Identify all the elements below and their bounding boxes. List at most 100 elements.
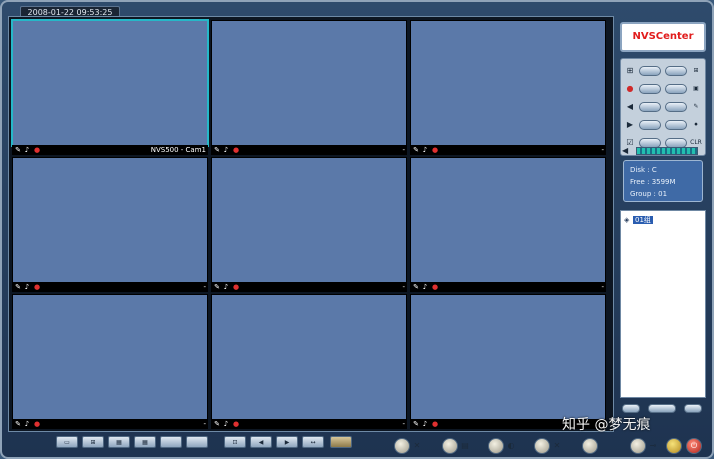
camera-feed-street: [212, 21, 406, 145]
audio-icon[interactable]: ♪: [23, 146, 31, 154]
settings-button[interactable]: [534, 438, 550, 454]
video-cell-6[interactable]: ✎ ♪ ● -: [410, 157, 606, 292]
cell-status-bar: ✎ ♪ ● NVS500 - Cam1: [12, 145, 208, 155]
draw-icon: ✎: [693, 103, 699, 110]
record-icon[interactable]: ●: [33, 146, 41, 154]
tree-node-group[interactable]: ◈ 01组: [624, 215, 653, 226]
record-icon[interactable]: ●: [232, 283, 240, 291]
mic-icon[interactable]: ✎: [412, 420, 420, 428]
rec-icon: ⏺: [694, 121, 698, 128]
mic-icon[interactable]: ✎: [14, 420, 22, 428]
record-icon[interactable]: ●: [431, 146, 439, 154]
free-value: 3599M: [651, 178, 676, 186]
network-icon: ◐: [507, 441, 515, 450]
volume-icon: ◀: [622, 146, 629, 155]
disk-value: C: [651, 166, 657, 174]
pill-button[interactable]: [639, 102, 661, 112]
audio-icon[interactable]: ♪: [222, 283, 230, 291]
control-buttons: ⊞ ⊞ ● ▣ ◀ ✎ ▶ ⏺ ☑ CLR: [620, 58, 706, 156]
video-cell-4[interactable]: ✎ ♪ ● -: [12, 157, 208, 292]
mic-icon[interactable]: ✎: [213, 283, 221, 291]
record-icon: ●: [626, 84, 634, 93]
mic-icon[interactable]: ✎: [14, 146, 22, 154]
playback-button[interactable]: [582, 438, 598, 454]
tree-nav: [622, 404, 704, 414]
video-grid: ✎ ♪ ● NVS500 - Cam1 ✎ ♪ ● - ✎ ♪ ● - ✎ ♪ …: [8, 16, 614, 432]
record-icon[interactable]: ●: [431, 283, 439, 291]
device-tree[interactable]: ◈ 01组: [620, 210, 706, 398]
video-cell-5[interactable]: ✎ ♪ ● -: [211, 157, 407, 292]
pill-button[interactable]: [665, 84, 687, 94]
layout-9-button[interactable]: ▦: [108, 436, 130, 448]
record-icon[interactable]: ●: [232, 420, 240, 428]
empty-video-view: [13, 295, 207, 419]
audio-icon[interactable]: ♪: [222, 420, 230, 428]
cell-status-bar: ✎ ♪ ● -: [410, 282, 606, 292]
pill-button[interactable]: [639, 84, 661, 94]
camera-feed-garage-entrance: [13, 158, 207, 282]
mic-icon[interactable]: ✎: [412, 146, 420, 154]
mic-icon[interactable]: ✎: [14, 283, 22, 291]
camera-label: NVS500 - Cam1: [150, 146, 206, 154]
volume-meter[interactable]: [636, 147, 698, 155]
cycle-button[interactable]: ↔: [302, 436, 324, 448]
layout-25-button[interactable]: [160, 436, 182, 448]
tree-next-button[interactable]: [684, 404, 702, 413]
audio-icon[interactable]: ♪: [421, 420, 429, 428]
tree-mid-button[interactable]: [648, 404, 676, 413]
empty-video-view: [212, 295, 406, 419]
auto-button[interactable]: [330, 436, 352, 448]
tools-button[interactable]: [394, 438, 410, 454]
video-cell-3[interactable]: ✎ ♪ ● -: [410, 20, 606, 155]
tree-node-label: 01组: [633, 216, 653, 224]
camera-label: -: [601, 283, 604, 291]
prev-page-button[interactable]: ◀: [250, 436, 272, 448]
cell-status-bar: ✎ ♪ ● -: [410, 145, 606, 155]
pill-button[interactable]: [665, 66, 687, 76]
fullscreen-button[interactable]: ⊡: [224, 436, 246, 448]
mic-icon[interactable]: ✎: [412, 283, 420, 291]
play-icon: ▶: [626, 120, 634, 129]
audio-icon[interactable]: ♪: [421, 146, 429, 154]
video-cell-2[interactable]: ✎ ♪ ● -: [211, 20, 407, 155]
pill-button[interactable]: [665, 102, 687, 112]
mic-icon[interactable]: ✎: [213, 146, 221, 154]
video-cell-8[interactable]: ✎ ♪ ● -: [211, 294, 407, 429]
control-panel: NVSCenter ⊞ ⊞ ● ▣ ◀ ✎ ▶ ⏺ ☑ CLR ◀ Disk:…: [618, 16, 708, 432]
video-cell-9[interactable]: ✎ ♪ ● -: [410, 294, 606, 429]
audio-icon[interactable]: ♪: [23, 420, 31, 428]
key-button[interactable]: [630, 438, 646, 454]
pill-button[interactable]: [639, 120, 661, 130]
cell-status-bar: ✎ ♪ ● -: [12, 419, 208, 429]
key-icon: ⊸: [649, 441, 657, 450]
video-cell-1[interactable]: ✎ ♪ ● NVS500 - Cam1: [11, 19, 209, 155]
record-icon[interactable]: ●: [431, 420, 439, 428]
audio-icon[interactable]: ♪: [222, 146, 230, 154]
network-button[interactable]: [488, 438, 504, 454]
camera-label: -: [402, 420, 405, 428]
layout-36-button[interactable]: [186, 436, 208, 448]
cell-status-bar: ✎ ♪ ● -: [12, 282, 208, 292]
layout-16-button[interactable]: ▦: [134, 436, 156, 448]
pill-button[interactable]: [639, 66, 661, 76]
audio-icon[interactable]: ♪: [421, 283, 429, 291]
record-icon[interactable]: ●: [33, 420, 41, 428]
empty-video-view: [411, 158, 605, 282]
record-icon[interactable]: ●: [232, 146, 240, 154]
audio-icon[interactable]: ♪: [23, 283, 31, 291]
mic-icon[interactable]: ✎: [213, 420, 221, 428]
snapshot-icon: ▣: [693, 85, 699, 92]
tree-prev-button[interactable]: [622, 404, 640, 413]
layout-1-button[interactable]: ▭: [56, 436, 78, 448]
pill-button[interactable]: [665, 120, 687, 130]
volume-control[interactable]: ◀: [622, 146, 702, 156]
video-cell-7[interactable]: ✎ ♪ ● -: [12, 294, 208, 429]
layout-4-button[interactable]: ⊞: [82, 436, 104, 448]
record-icon[interactable]: ●: [33, 283, 41, 291]
camera-feed-garage-interior: [411, 21, 605, 145]
log-button[interactable]: [442, 438, 458, 454]
next-page-button[interactable]: ▶: [276, 436, 298, 448]
group-icon: ◈: [624, 216, 630, 224]
lock-button[interactable]: [666, 438, 682, 454]
disk-info: Disk : C Free : 3599M Group : 01: [623, 160, 703, 202]
